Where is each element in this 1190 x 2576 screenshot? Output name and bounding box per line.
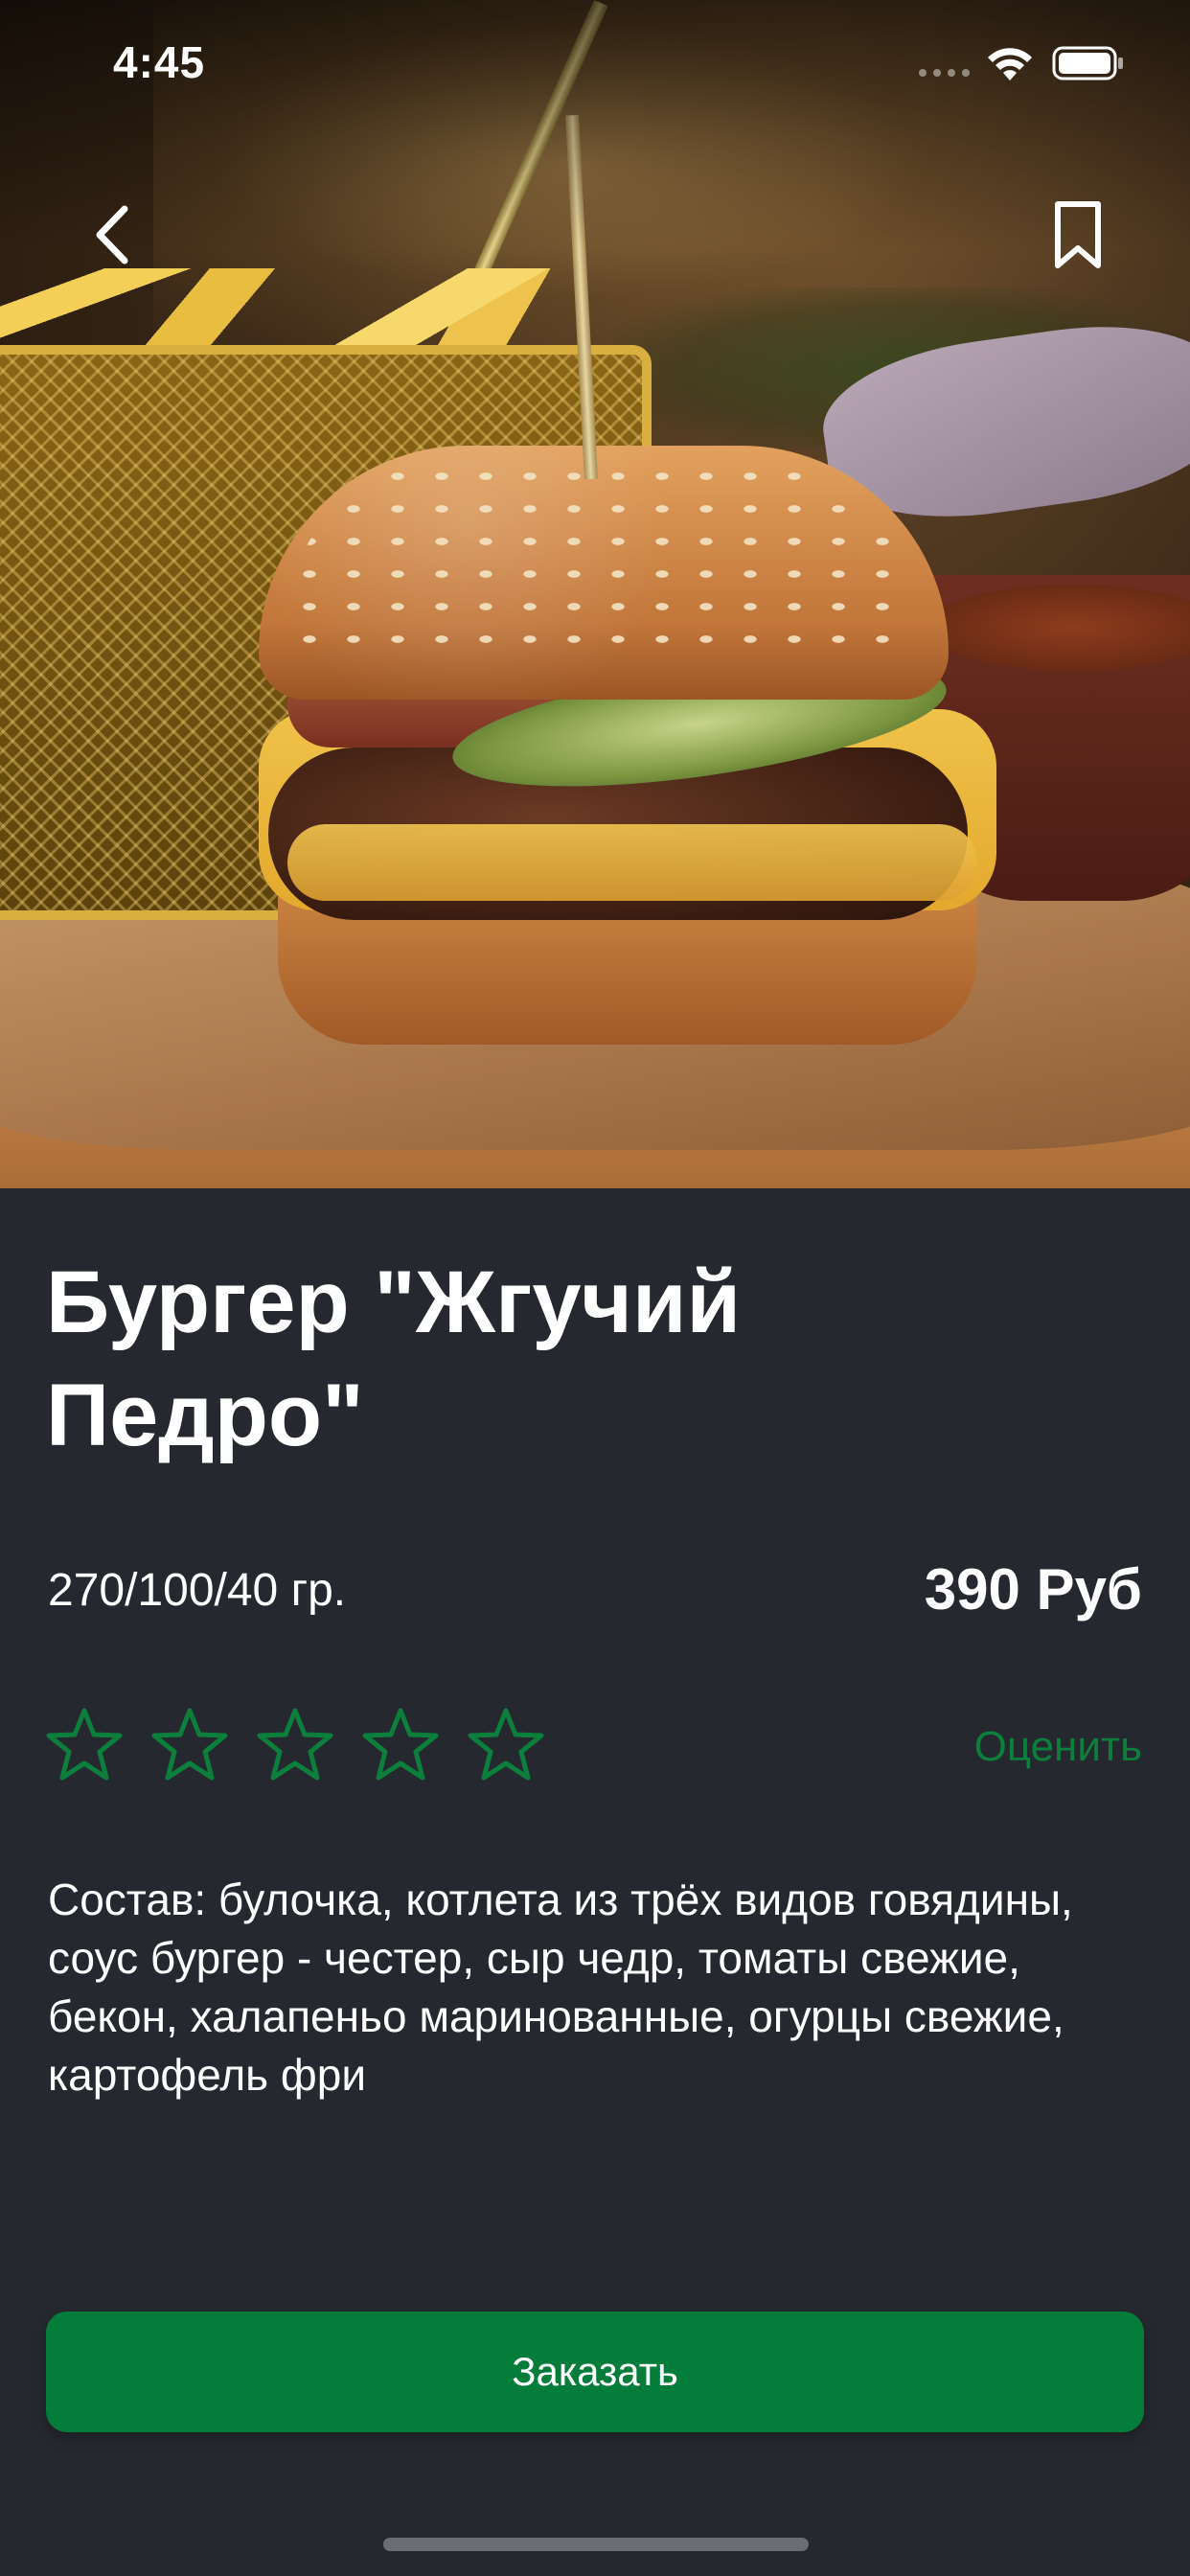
wifi-icon <box>988 48 1032 80</box>
ingredients-text: Состав: булочка, котлета из трёх видов г… <box>48 1874 1073 2100</box>
product-detail-screen: 4:45 Бургер "Жгучий Педро" 270/100/40 гр… <box>0 0 1190 2576</box>
star-icon[interactable] <box>362 1706 439 1782</box>
status-time: 4:45 <box>113 37 206 87</box>
photo-sesame-seeds <box>287 460 920 652</box>
back-button[interactable] <box>67 192 153 278</box>
bookmark-icon <box>1055 201 1101 268</box>
order-button[interactable]: Заказать <box>46 2312 1144 2432</box>
bookmark-button[interactable] <box>1035 192 1121 278</box>
product-photo <box>0 0 1190 1188</box>
star-icon[interactable] <box>257 1706 333 1782</box>
product-price: 390 Руб <box>924 1557 1142 1622</box>
star-icon[interactable] <box>46 1706 123 1782</box>
cellular-signal-icon <box>919 69 970 77</box>
star-icon[interactable] <box>468 1706 544 1782</box>
photo-cheese-lower <box>287 824 977 901</box>
battery-icon <box>1052 46 1123 80</box>
rating-stars <box>46 1706 544 1784</box>
product-details: Бургер "Жгучий Педро" 270/100/40 гр. 390… <box>0 1188 1190 2576</box>
product-title: Бургер "Жгучий Педро" <box>46 1254 742 1464</box>
chevron-left-icon <box>96 205 128 264</box>
rate-link[interactable]: Оценить <box>974 1723 1142 1771</box>
status-bar: 4:45 <box>0 0 1190 126</box>
product-weight: 270/100/40 гр. <box>48 1565 347 1616</box>
home-indicator[interactable] <box>383 2538 809 2551</box>
star-icon[interactable] <box>151 1706 228 1782</box>
